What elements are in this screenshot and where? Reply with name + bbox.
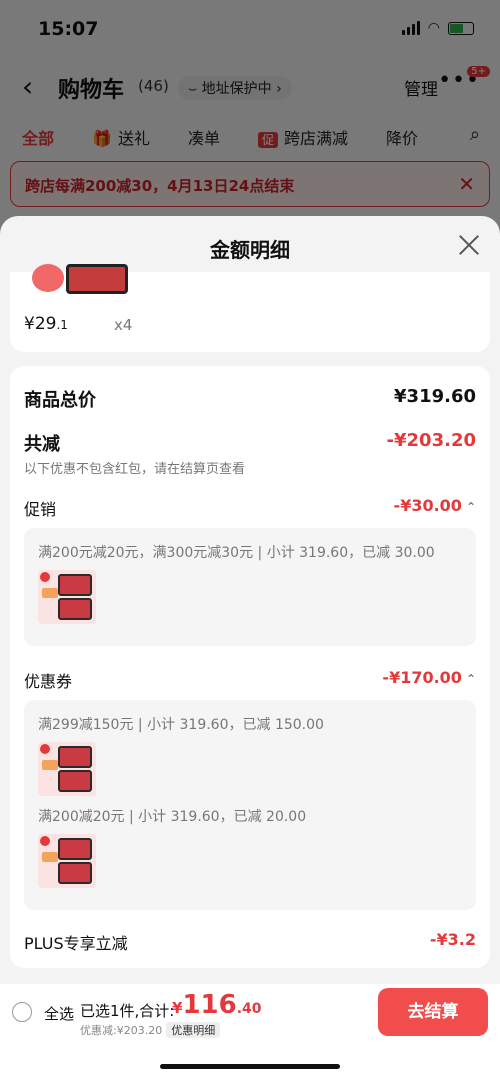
total-value: ¥319.60 bbox=[394, 386, 476, 407]
amount-breakdown-card: 商品总价 ¥319.60 共减 -¥203.20 以下优惠不包含红包，请在结算页… bbox=[10, 366, 490, 968]
checkout-button[interactable]: 去结算 bbox=[378, 988, 488, 1036]
currency-symbol: ¥ bbox=[172, 999, 183, 1017]
total-label: 商品总价 bbox=[24, 390, 96, 411]
saved-amount: 优惠减:¥203.20 优惠明细 bbox=[80, 1022, 221, 1038]
promo-value-amount: -¥30.00 bbox=[393, 496, 462, 515]
total-amount: ¥116.40 bbox=[172, 990, 262, 1020]
coupon-label: 优惠券 bbox=[24, 672, 73, 691]
promo-row[interactable]: 促销 -¥30.00 ⌃ bbox=[24, 496, 476, 519]
select-all-checkbox[interactable] bbox=[12, 1002, 32, 1022]
coupon-detail-text: 满299减150元 | 小计 319.60，已减 150.00 bbox=[38, 717, 324, 733]
product-thumbnail bbox=[38, 570, 96, 624]
promo-value: -¥30.00 ⌃ bbox=[394, 496, 476, 515]
total-row: 商品总价 ¥319.60 bbox=[24, 386, 476, 411]
chevron-up-icon: ⌃ bbox=[465, 672, 476, 686]
promo-label: 促销 bbox=[24, 500, 57, 519]
item-price-main: ¥29 bbox=[24, 314, 57, 334]
item-card: ¥29.1 x4 bbox=[10, 264, 490, 352]
chevron-up-icon: ⌃ bbox=[465, 500, 476, 514]
coupon-detail-box: 满299减150元 | 小计 319.60，已减 150.00 满200减20元… bbox=[24, 700, 476, 910]
product-thumbnail bbox=[38, 834, 96, 888]
product-thumbnail bbox=[66, 264, 128, 294]
amount-detail-sheet: 金额明细 ¥29.1 x4 商品总价 ¥319.60 共减 -¥203.20 以… bbox=[0, 216, 500, 1082]
checkout-bar: 全选 已选1件,合计: ¥116.40 优惠减:¥203.20 优惠明细 去结算 bbox=[0, 984, 500, 1040]
item-quantity: x4 bbox=[114, 316, 133, 334]
selected-summary: 已选1件,合计: bbox=[80, 1002, 175, 1020]
select-all-label[interactable]: 全选 bbox=[44, 1003, 74, 1024]
plus-label: PLUS专享立减 bbox=[24, 934, 128, 953]
item-price: ¥29.1 bbox=[24, 314, 68, 334]
promo-detail-box: 满200元减20元，满300元减30元 | 小计 319.60，已减 30.00 bbox=[24, 528, 476, 646]
plus-row: PLUS专享立减 -¥3.2 bbox=[24, 930, 476, 953]
reduce-label: 共减 bbox=[24, 434, 60, 455]
reduce-note: 以下优惠不包含红包，请在结算页查看 bbox=[24, 462, 246, 477]
reduce-row: 共减 -¥203.20 bbox=[24, 430, 476, 455]
coupon-row[interactable]: 优惠券 -¥170.00 ⌃ bbox=[24, 668, 476, 691]
sheet-title: 金额明细 bbox=[210, 238, 290, 262]
reduce-value: -¥203.20 bbox=[386, 430, 476, 451]
coupon-value-amount: -¥170.00 bbox=[382, 668, 462, 687]
home-area bbox=[0, 1040, 500, 1082]
amount-decimal: .40 bbox=[236, 1001, 262, 1017]
close-icon[interactable] bbox=[458, 234, 480, 256]
promo-detail-text: 满200元减20元，满300元减30元 | 小计 319.60，已减 30.00 bbox=[38, 545, 435, 561]
discount-detail-link[interactable]: 优惠明细 bbox=[166, 1022, 221, 1038]
product-thumbnail bbox=[32, 264, 64, 292]
item-price-decimal: .1 bbox=[56, 318, 68, 332]
amount-integer: 116 bbox=[182, 990, 237, 1020]
product-thumbnail bbox=[38, 742, 96, 796]
home-indicator[interactable] bbox=[160, 1064, 340, 1069]
coupon-detail-text: 满200减20元 | 小计 319.60，已减 20.00 bbox=[38, 809, 307, 825]
saved-text: 优惠减:¥203.20 bbox=[80, 1024, 163, 1037]
plus-value: -¥3.2 bbox=[429, 930, 476, 949]
coupon-value: -¥170.00 ⌃ bbox=[382, 668, 476, 687]
